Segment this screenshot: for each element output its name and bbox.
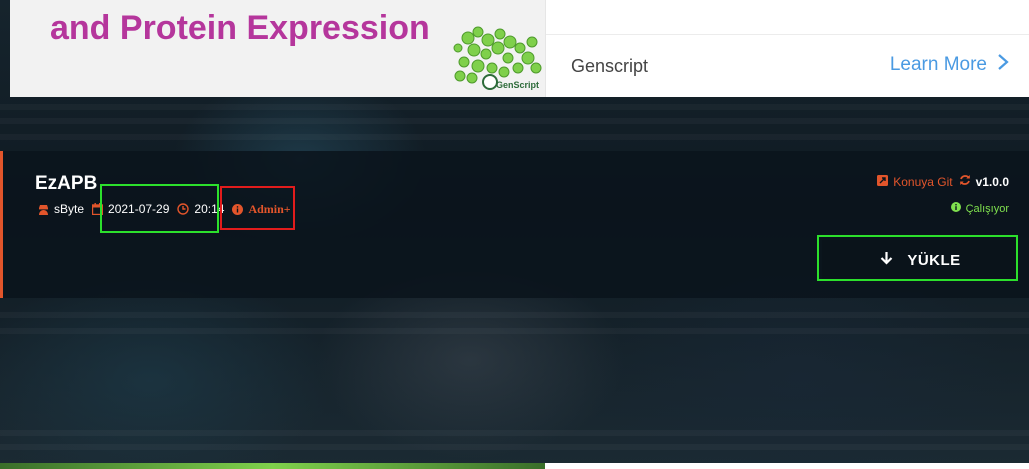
- ad-banner[interactable]: and Protein Expression GenScript Genscri…: [10, 0, 1029, 97]
- plugin-version: v1.0.0: [959, 174, 1009, 189]
- chevron-right-icon: [997, 53, 1009, 77]
- ad-bottom-image-strip: [0, 463, 545, 469]
- ad-brand: Genscript: [571, 56, 649, 76]
- background-stripe: [0, 430, 1029, 436]
- plugin-title[interactable]: EzAPB: [35, 173, 97, 195]
- highlight-box-date-time: [100, 184, 219, 233]
- genscript-logo-mark: [482, 74, 498, 90]
- ad-bottom-white-strip: [545, 463, 1029, 469]
- ad-headline: and Protein Expression: [50, 9, 430, 47]
- ad-logo-text: GenScript: [496, 80, 540, 90]
- status-info-circle-icon: [950, 202, 961, 215]
- background-stripe: [0, 134, 1029, 140]
- topic-link[interactable]: Konuya Git: [877, 174, 953, 189]
- ad-text-panel[interactable]: Genscript Learn More: [545, 0, 1029, 97]
- status-label: Çalışıyor: [965, 202, 1009, 215]
- background-stripe: [0, 328, 1029, 334]
- user-secret-icon: [38, 203, 49, 215]
- plugin-actions-top: Konuya Git v1.0.0: [877, 174, 1009, 189]
- external-link-icon: [877, 174, 889, 189]
- background-stripe: [0, 444, 1029, 450]
- ad-image-panel[interactable]: and Protein Expression GenScript: [10, 0, 545, 97]
- sync-icon: [959, 174, 971, 189]
- background-stripe: [0, 118, 1029, 124]
- ad-top-area: [546, 0, 1029, 35]
- author-name: sByte: [54, 202, 85, 216]
- plugin-author[interactable]: sByte: [38, 202, 84, 216]
- topic-link-label: Konuya Git: [893, 174, 953, 189]
- version-value: v1.0.0: [975, 174, 1009, 189]
- background-stripe: [0, 312, 1029, 318]
- learn-more-label: Learn More: [889, 54, 987, 75]
- plugin-status: Çalışıyor: [950, 202, 1009, 215]
- highlight-box-requirement: [220, 186, 295, 230]
- learn-more-link[interactable]: Learn More: [890, 53, 1009, 77]
- background-stripe: [0, 104, 1029, 110]
- highlight-box-install-button: [817, 235, 1018, 281]
